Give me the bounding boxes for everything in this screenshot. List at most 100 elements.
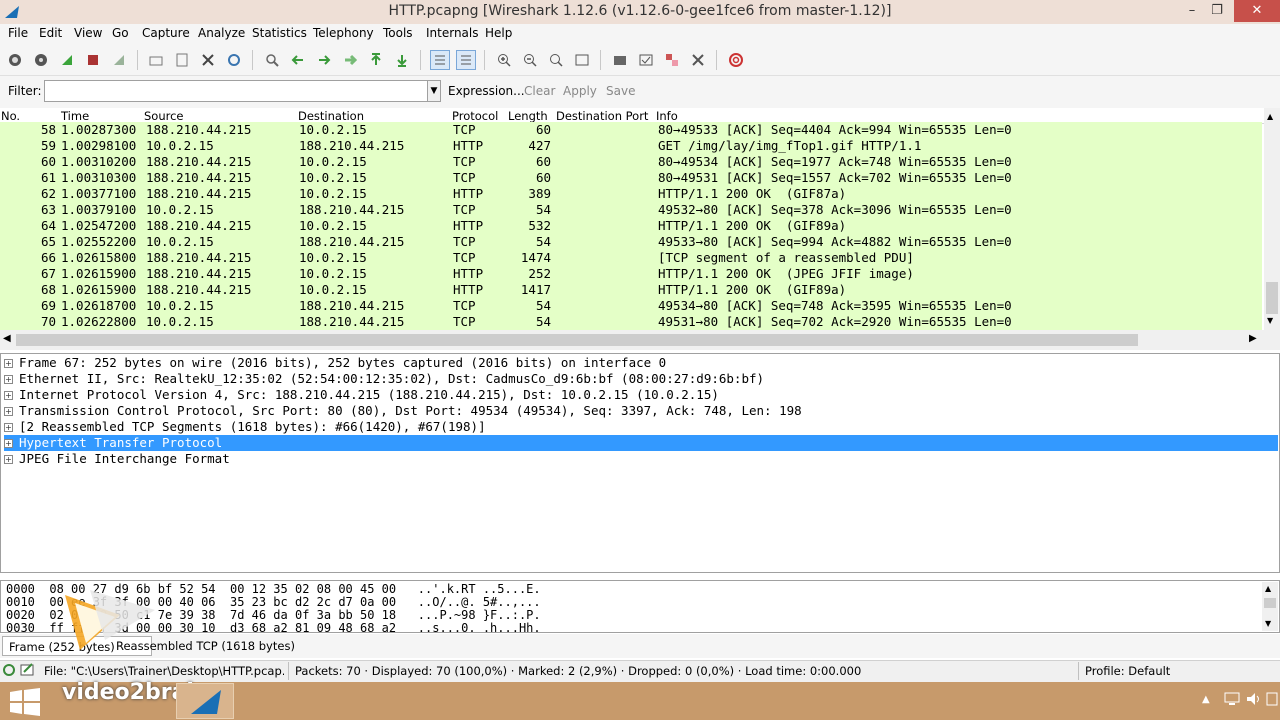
menu-edit[interactable]: Edit xyxy=(39,26,62,40)
table-row[interactable]: 58 1.00287300 188.210.44.215 10.0.2.15 TCP 60… xyxy=(0,122,1262,138)
save-file-icon[interactable] xyxy=(172,50,192,70)
table-row[interactable]: 67 1.02615900 188.210.44.215 10.0.2.15 HTTP 2… xyxy=(0,266,1262,282)
table-row[interactable]: 66 1.02615800 188.210.44.215 10.0.2.15 TCP 14… xyxy=(0,250,1262,266)
go-to-packet-icon[interactable] xyxy=(340,50,360,70)
menu-go[interactable]: Go xyxy=(112,26,129,40)
detail-row-ethernet[interactable]: + Ethernet II, Src: RealtekU_12:35:02 (52… xyxy=(4,371,1278,387)
scrollbar-thumb[interactable] xyxy=(1266,282,1278,314)
taskbar-wireshark-button[interactable] xyxy=(176,683,234,719)
chevron-right-icon[interactable]: ▶ xyxy=(1249,333,1257,344)
edit-comment-icon[interactable] xyxy=(20,663,36,677)
chevron-up-icon[interactable]: ▲ xyxy=(1265,584,1271,593)
find-packet-icon[interactable] xyxy=(262,50,282,70)
chevron-down-icon[interactable]: ▼ xyxy=(1267,316,1273,325)
menu-help[interactable]: Help xyxy=(485,26,512,40)
resize-columns-icon[interactable] xyxy=(572,50,592,70)
menu-capture[interactable]: Capture xyxy=(142,26,190,40)
help-icon[interactable] xyxy=(726,50,746,70)
go-last-icon[interactable] xyxy=(392,50,412,70)
options-icon[interactable] xyxy=(31,50,51,70)
go-first-icon[interactable] xyxy=(366,50,386,70)
expand-icon[interactable]: + xyxy=(4,407,13,416)
scrollbar-thumb[interactable] xyxy=(16,334,1138,346)
detail-row-reassembled[interactable]: + [2 Reassembled TCP Segments (1618 bytes… xyxy=(4,419,1278,435)
menu-analyze[interactable]: Analyze xyxy=(198,26,245,40)
reload-icon[interactable] xyxy=(224,50,244,70)
column-header-length[interactable]: Length xyxy=(508,109,548,123)
column-header-time[interactable]: Time xyxy=(61,109,89,123)
status-profile[interactable]: Profile: Default xyxy=(1085,664,1170,678)
detail-row-frame[interactable]: + Frame 67: 252 bytes on wire (2016 bits)… xyxy=(4,355,1278,371)
table-row[interactable]: 69 1.02618700 10.0.2.15 188.210.44.215 TCP 54… xyxy=(0,298,1262,314)
table-row[interactable]: 62 1.00377100 188.210.44.215 10.0.2.15 HTTP 3… xyxy=(0,186,1262,202)
auto-scroll-icon[interactable] xyxy=(456,50,476,70)
scrollbar-thumb[interactable] xyxy=(1264,598,1276,608)
menu-tools[interactable]: Tools xyxy=(383,26,413,40)
network-icon[interactable] xyxy=(1224,692,1240,706)
packet-list-vertical-scrollbar[interactable]: ▲ ▼ xyxy=(1264,108,1280,330)
menu-file[interactable]: File xyxy=(8,26,28,40)
colorize-icon[interactable] xyxy=(430,50,450,70)
column-header-destination[interactable]: Destination xyxy=(298,109,364,123)
chevron-up-icon[interactable]: ▲ xyxy=(1202,694,1210,705)
go-back-icon[interactable] xyxy=(288,50,308,70)
close-button[interactable]: ✕ xyxy=(1234,0,1280,22)
filter-dropdown-button[interactable]: ▼ xyxy=(427,80,441,102)
menu-internals[interactable]: Internals xyxy=(426,26,479,40)
interfaces-icon[interactable] xyxy=(5,50,25,70)
table-row[interactable]: 61 1.00310300 188.210.44.215 10.0.2.15 TCP 60… xyxy=(0,170,1262,186)
go-forward-icon[interactable] xyxy=(314,50,334,70)
volume-icon[interactable] xyxy=(1246,692,1262,706)
column-header-source[interactable]: Source xyxy=(144,109,184,123)
filter-expression-button[interactable]: Expression... xyxy=(448,84,525,98)
filter-save-button[interactable]: Save xyxy=(606,84,635,98)
filter-clear-button[interactable]: Clear xyxy=(524,84,555,98)
expand-icon[interactable]: + xyxy=(4,439,13,448)
detail-row-tcp[interactable]: + Transmission Control Protocol, Src Port… xyxy=(4,403,1278,419)
restart-capture-icon[interactable] xyxy=(109,50,129,70)
expand-icon[interactable]: + xyxy=(4,423,13,432)
windows-start-icon[interactable] xyxy=(10,688,40,716)
action-center-icon[interactable] xyxy=(1266,692,1278,706)
expand-icon[interactable]: + xyxy=(4,455,13,464)
expand-icon[interactable]: + xyxy=(4,391,13,400)
expand-icon[interactable]: + xyxy=(4,375,13,384)
close-file-icon[interactable] xyxy=(198,50,218,70)
zoom-out-icon[interactable] xyxy=(520,50,540,70)
table-row[interactable]: 65 1.02552200 10.0.2.15 188.210.44.215 TCP 54… xyxy=(0,234,1262,250)
filter-apply-button[interactable]: Apply xyxy=(563,84,597,98)
bytes-vertical-scrollbar[interactable]: ▲ ▼ xyxy=(1262,582,1278,631)
menu-telephony[interactable]: Telephony xyxy=(313,26,374,40)
stop-capture-icon[interactable] xyxy=(83,50,103,70)
detail-row-jpeg[interactable]: + JPEG File Interchange Format xyxy=(4,451,1278,467)
expand-icon[interactable]: + xyxy=(4,359,13,368)
table-row[interactable]: 68 1.02615900 188.210.44.215 10.0.2.15 HTTP 1… xyxy=(0,282,1262,298)
table-row[interactable]: 60 1.00310200 188.210.44.215 10.0.2.15 TCP 60… xyxy=(0,154,1262,170)
display-filters-icon[interactable] xyxy=(636,50,656,70)
preferences-icon[interactable] xyxy=(688,50,708,70)
chevron-up-icon[interactable]: ▲ xyxy=(1267,112,1273,121)
column-header-info[interactable]: Info xyxy=(656,109,678,123)
start-capture-icon[interactable] xyxy=(57,50,77,70)
coloring-rules-icon[interactable] xyxy=(662,50,682,70)
column-header-protocol[interactable]: Protocol xyxy=(452,109,498,123)
column-header-destination-port[interactable]: Destination Port xyxy=(556,109,648,123)
menu-statistics[interactable]: Statistics xyxy=(252,26,307,40)
detail-row-ip[interactable]: + Internet Protocol Version 4, Src: 188.2… xyxy=(4,387,1278,403)
filter-input[interactable] xyxy=(44,80,429,102)
table-row[interactable]: 63 1.00379100 10.0.2.15 188.210.44.215 TCP 54… xyxy=(0,202,1262,218)
zoom-normal-icon[interactable] xyxy=(546,50,566,70)
maximize-button[interactable]: ❐ xyxy=(1200,0,1234,22)
zoom-in-icon[interactable] xyxy=(494,50,514,70)
table-row[interactable]: 64 1.02547200 188.210.44.215 10.0.2.15 HTTP 5… xyxy=(0,218,1262,234)
table-row[interactable]: 59 1.00298100 10.0.2.15 188.210.44.215 HTTP 4… xyxy=(0,138,1262,154)
table-row[interactable]: 70 1.02622800 10.0.2.15 188.210.44.215 TCP 54… xyxy=(0,314,1262,330)
chevron-down-icon[interactable]: ▼ xyxy=(1265,619,1271,628)
open-file-icon[interactable] xyxy=(146,50,166,70)
chevron-left-icon[interactable]: ◀ xyxy=(3,333,11,344)
detail-row-http[interactable]: + Hypertext Transfer Protocol xyxy=(4,435,1278,451)
capture-filters-icon[interactable] xyxy=(610,50,630,70)
menu-view[interactable]: View xyxy=(74,26,102,40)
expert-info-icon[interactable] xyxy=(3,664,15,676)
column-header-no[interactable]: No. xyxy=(1,109,20,123)
